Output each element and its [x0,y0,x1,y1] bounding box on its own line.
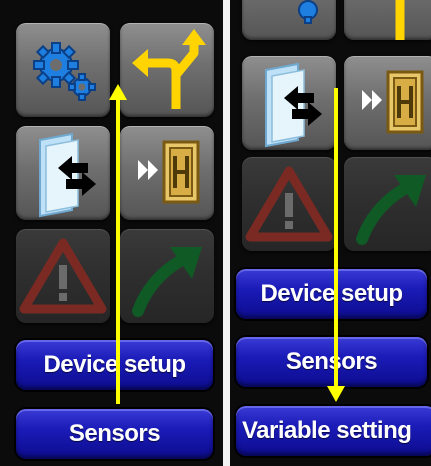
folder-transfer-icon [265,62,322,148]
trend-tile[interactable] [120,229,214,323]
warning-icon [245,166,333,242]
screenshot-stage: Device setup Sensors Device setup Sensor… [0,0,431,466]
gears-icon [33,42,96,101]
device-setup-button[interactable]: Device setup [236,269,427,319]
exit-door-icon [362,70,424,134]
gears-icon [298,0,318,24]
sensors-button[interactable]: Sensors [236,337,427,387]
menu-panel-left: Device setup Sensors [0,0,223,466]
alarm-tile[interactable] [16,229,110,323]
exit-tile[interactable] [120,126,214,220]
settings-tile-partial[interactable] [242,0,336,40]
screenshot-divider [223,0,230,466]
exit-tile[interactable] [344,56,431,150]
transfer-tile[interactable] [242,56,336,150]
folder-transfer-icon [39,132,96,218]
route-tile[interactable] [120,23,214,117]
trend-arrow-icon [132,247,202,317]
route-tile-partial[interactable] [344,0,431,40]
route-arrows-icon [395,0,405,40]
trend-arrow-icon [356,175,426,245]
warning-icon [19,238,107,314]
transfer-tile[interactable] [16,126,110,220]
route-arrows-icon [132,29,206,109]
settings-tile[interactable] [16,23,110,117]
trend-tile[interactable] [344,157,431,251]
variable-settings-button[interactable]: Variable setting [236,406,431,456]
exit-door-icon [138,140,200,204]
sensors-button[interactable]: Sensors [16,409,213,459]
device-setup-button[interactable]: Device setup [16,340,213,390]
menu-panel-right: Device setup Sensors Variable setting [230,0,431,466]
alarm-tile[interactable] [242,157,336,251]
